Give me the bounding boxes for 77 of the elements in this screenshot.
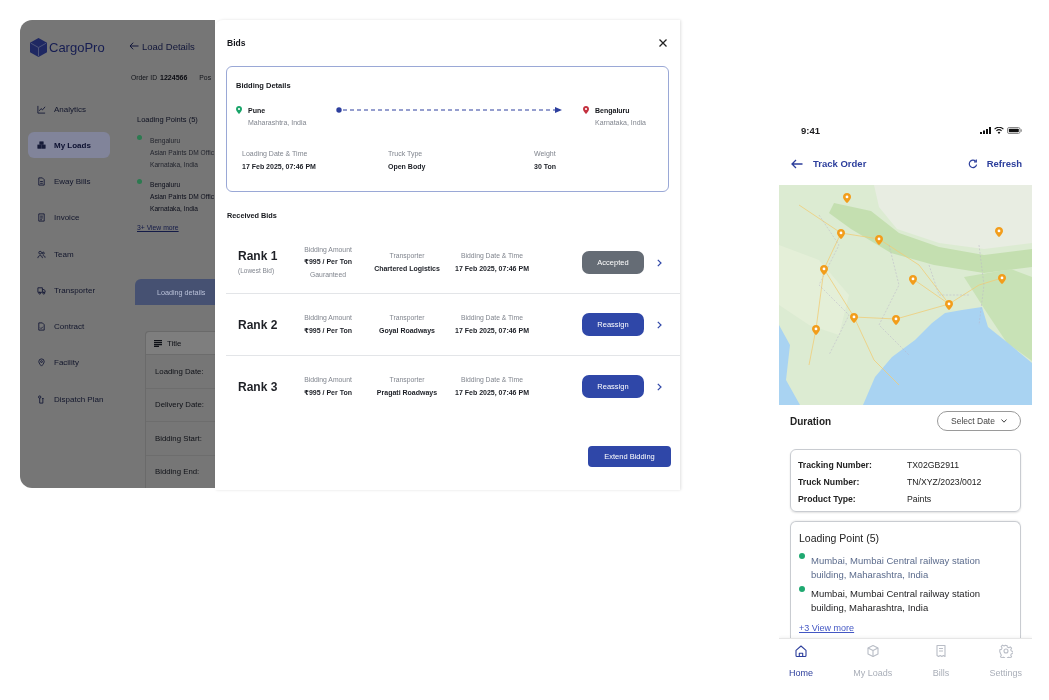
chevron-down-icon [1000, 419, 1007, 423]
document-icon [37, 213, 46, 223]
box-icon [865, 644, 880, 658]
map-pin-icon [909, 275, 917, 285]
truck-icon [37, 285, 46, 295]
battery-icon [1007, 126, 1022, 134]
nav-item[interactable]: My Loads [853, 644, 893, 690]
chevron-right-icon[interactable] [656, 258, 662, 267]
map-pin-icon [998, 274, 1006, 284]
back-arrow-icon [791, 158, 803, 169]
sidebar-item[interactable]: Transporter [28, 277, 110, 304]
location-pin-icon [583, 106, 589, 114]
close-icon [659, 39, 667, 47]
map-pin-icon [820, 265, 828, 275]
info-value: Paints [907, 493, 933, 506]
address-text: Mumbai, Mumbai Central railway station building, Maharashtra, India [811, 587, 981, 615]
info-value: TX02GB2911 [907, 459, 960, 472]
location-pin-icon [37, 358, 46, 368]
route-icon [37, 394, 46, 404]
nav-item[interactable]: Home [789, 644, 813, 690]
section-label: Duration [790, 415, 832, 427]
map-pin-icon [875, 235, 883, 245]
back-button[interactable]: Load Details [129, 39, 195, 53]
info-label: Truck Number: [798, 476, 861, 489]
sidebar-item[interactable]: Dispatch Plan [28, 386, 110, 412]
map-pin-icon [837, 229, 845, 239]
sidebar-item[interactable]: Team [28, 241, 110, 267]
rank-label: Rank 3 [238, 379, 278, 394]
status-time: 9:41 [801, 124, 820, 136]
refresh-icon [967, 158, 978, 169]
wifi-icon [994, 126, 1004, 134]
align-left-icon [154, 339, 162, 347]
map-pin-icon [945, 300, 953, 310]
settings-icon [998, 644, 1013, 658]
info-label: Product Type: [798, 493, 857, 506]
map-pin-icon [843, 193, 851, 203]
panel-title: Bids [227, 38, 246, 48]
map-pin-icon [995, 227, 1003, 237]
view-more-link[interactable]: +3 View more [799, 621, 855, 635]
location-pin-icon [236, 106, 242, 114]
sidebar-item[interactable]: Analytics [28, 96, 110, 122]
status-dot-icon [137, 135, 142, 140]
document-icon [37, 322, 46, 331]
sidebar-item[interactable]: Facility [28, 349, 110, 376]
chevron-right-icon[interactable] [656, 320, 662, 329]
boxes-icon [37, 140, 46, 150]
status-dot-icon [799, 586, 805, 592]
rank-label: Rank 2 [238, 317, 278, 332]
sidebar-item[interactable]: Eway Bills [28, 168, 110, 195]
back-arrow-icon [129, 42, 139, 50]
cube-logo-icon [30, 37, 47, 57]
address-text: Mumbai, Mumbai Central railway station building, Maharashtra, India [811, 554, 981, 582]
brand-name: CargoPro [49, 39, 105, 55]
sidebar-item[interactable]: My Loads [28, 132, 110, 159]
refresh-button[interactable]: Refresh [967, 158, 1022, 169]
nav-item[interactable]: Bills [932, 644, 950, 690]
people-icon [37, 249, 46, 259]
info-value: TN/XYZ/2023/0012 [907, 476, 983, 489]
card-title: Loading Point (5) [799, 531, 880, 546]
chevron-right-icon[interactable] [656, 382, 662, 391]
sidebar-item[interactable]: Invoice [28, 204, 110, 231]
close-button[interactable] [659, 39, 667, 47]
sidebar-item[interactable]: Contract [28, 313, 110, 340]
map-pin-icon [812, 325, 820, 335]
info-label: Tracking Number: [798, 459, 873, 472]
status-dot-icon [137, 179, 142, 184]
map-pin-icon [850, 313, 858, 323]
receipt-icon [933, 644, 948, 658]
status-dot-icon [799, 553, 805, 559]
document-icon [37, 177, 46, 186]
home-icon [794, 644, 808, 658]
nav-item[interactable]: Settings [989, 644, 1022, 690]
signal-icon [980, 126, 991, 134]
map-pin-icon [892, 315, 900, 325]
line-chart-icon [37, 104, 46, 114]
back-button[interactable]: Track Order [791, 158, 867, 169]
rank-label: Rank 1 [238, 249, 278, 263]
